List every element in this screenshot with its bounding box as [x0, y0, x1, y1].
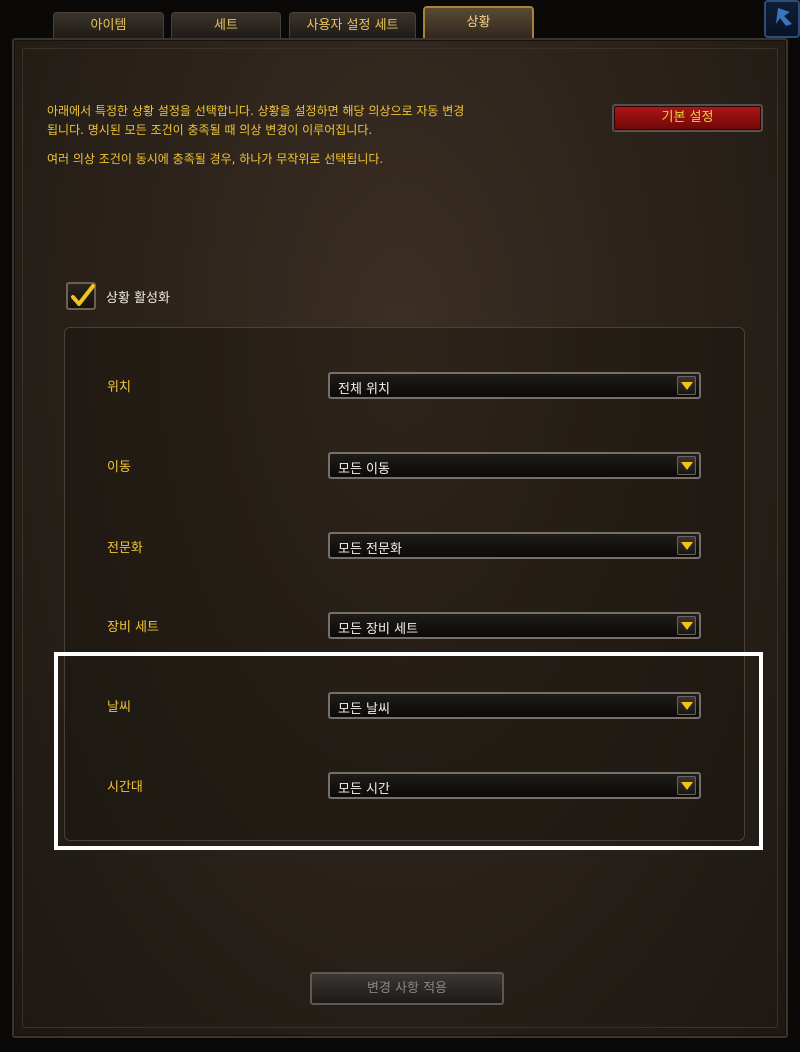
dropdown-arrow[interactable]	[677, 536, 696, 555]
outfit-window: 아이템 세트 사용자 설정 세트 상황 아래에서 특정한 상황 설정을 선택합니…	[0, 0, 800, 1052]
tab-items[interactable]: 아이템	[53, 12, 164, 39]
specialization-label: 전문화	[107, 541, 143, 556]
triangle-down-icon	[681, 382, 693, 390]
enable-situations-checkbox[interactable]	[66, 282, 96, 310]
conditions-box	[64, 327, 745, 841]
location-label: 위치	[107, 380, 131, 395]
triangle-down-icon	[681, 462, 693, 470]
reset-defaults-button[interactable]: 기본 설정	[612, 104, 763, 132]
weather-label: 날씨	[107, 700, 131, 715]
equipment-set-label: 장비 세트	[107, 620, 159, 635]
movement-label: 이동	[107, 460, 131, 475]
specialization-value: 모든 전문화	[338, 542, 402, 557]
time-of-day-value: 모든 시간	[338, 782, 390, 797]
corner-action-button[interactable]	[764, 0, 800, 38]
tab-sets[interactable]: 세트	[171, 12, 281, 39]
equipment-set-value: 모든 장비 세트	[338, 622, 419, 637]
time-of-day-dropdown[interactable]: 모든 시간	[328, 772, 701, 799]
dropdown-arrow[interactable]	[677, 376, 696, 395]
time-of-day-label: 시간대	[107, 780, 143, 795]
triangle-down-icon	[681, 782, 693, 790]
dropdown-arrow[interactable]	[677, 456, 696, 475]
triangle-down-icon	[681, 542, 693, 550]
description-line-2: 됩니다. 명시된 모든 조건이 충족될 때 의상 변경이 이루어집니다.	[47, 123, 373, 137]
description-line-1: 아래에서 특정한 상황 설정을 선택합니다. 상황을 설정하면 해당 의상으로 …	[47, 104, 465, 118]
tab-custom-sets[interactable]: 사용자 설정 세트	[289, 12, 416, 39]
specialization-dropdown[interactable]: 모든 전문화	[328, 532, 701, 559]
location-dropdown[interactable]: 전체 위치	[328, 372, 701, 399]
weather-dropdown[interactable]: 모든 날씨	[328, 692, 701, 719]
triangle-down-icon	[681, 622, 693, 630]
quick-action-icon	[776, 8, 792, 26]
description-line-3: 여러 의상 조건이 동시에 충족될 경우, 하나가 무작위로 선택됩니다.	[47, 152, 384, 166]
check-icon	[71, 284, 95, 306]
dropdown-arrow[interactable]	[677, 776, 696, 795]
weather-value: 모든 날씨	[338, 702, 390, 717]
dropdown-arrow[interactable]	[677, 616, 696, 635]
dropdown-arrow[interactable]	[677, 696, 696, 715]
movement-value: 모든 이동	[338, 462, 390, 477]
triangle-down-icon	[681, 702, 693, 710]
enable-situations-label: 상황 활성화	[106, 291, 170, 306]
movement-dropdown[interactable]: 모든 이동	[328, 452, 701, 479]
location-value: 전체 위치	[338, 382, 390, 397]
apply-changes-button[interactable]: 변경 사항 적용	[310, 972, 504, 1005]
equipment-set-dropdown[interactable]: 모든 장비 세트	[328, 612, 701, 639]
tab-situations[interactable]: 상황	[423, 6, 534, 40]
